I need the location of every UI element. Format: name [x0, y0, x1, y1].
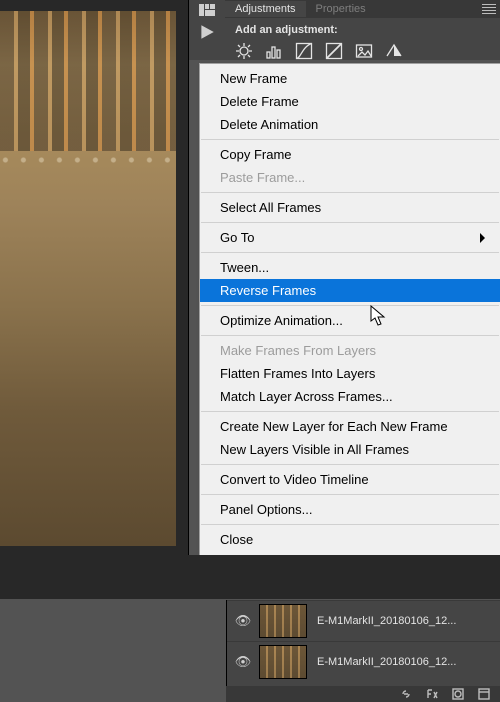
menu-item-select-all-frames[interactable]: Select All Frames: [200, 196, 500, 219]
submenu-arrow-icon: [480, 233, 490, 243]
menu-item-copy-frame[interactable]: Copy Frame: [200, 143, 500, 166]
panel-dock-buttons: [189, 0, 225, 40]
menu-separator: [201, 464, 499, 465]
tab-adjustments[interactable]: Adjustments: [225, 1, 306, 17]
invert-icon[interactable]: [385, 42, 403, 60]
menu-separator: [201, 411, 499, 412]
menu-item-create-new-layer-for-each-new-frame[interactable]: Create New Layer for Each New Frame: [200, 415, 500, 438]
levels-icon[interactable]: [265, 42, 283, 60]
menu-item-go-to[interactable]: Go To: [200, 226, 500, 249]
document-image: [0, 11, 176, 546]
layer-thumbnail[interactable]: [259, 645, 307, 679]
menu-separator: [201, 192, 499, 193]
menu-separator: [201, 252, 499, 253]
timeline-dock-icon[interactable]: [198, 2, 216, 18]
visibility-icon[interactable]: 👁: [227, 613, 259, 629]
menu-item-make-frames-from-layers: Make Frames From Layers: [200, 339, 500, 362]
menu-item-new-frame[interactable]: New Frame: [200, 67, 500, 90]
menu-item-reverse-frames[interactable]: Reverse Frames: [200, 279, 500, 302]
menu-separator: [201, 335, 499, 336]
menu-item-panel-options[interactable]: Panel Options...: [200, 498, 500, 521]
canvas-area: [0, 0, 189, 555]
menu-item-match-layer-across-frames[interactable]: Match Layer Across Frames...: [200, 385, 500, 408]
new-group-icon[interactable]: [478, 688, 490, 700]
menu-separator: [201, 222, 499, 223]
menu-separator: [201, 305, 499, 306]
menu-item-tween[interactable]: Tween...: [200, 256, 500, 279]
photo-filter-icon[interactable]: [355, 42, 373, 60]
layer-thumbnail[interactable]: [259, 604, 307, 638]
adjustments-label: Add an adjustment:: [235, 24, 490, 36]
mask-icon[interactable]: [452, 688, 464, 700]
menu-item-delete-animation[interactable]: Delete Animation: [200, 113, 500, 136]
brightness-contrast-icon[interactable]: [235, 42, 253, 60]
menu-item-paste-frame: Paste Frame...: [200, 166, 500, 189]
layers-bottom-bar: [226, 686, 500, 702]
layer-row[interactable]: 👁 E-M1MarkII_20180106_12...: [227, 600, 500, 641]
panel-menu-icon[interactable]: [482, 4, 496, 14]
layer-name[interactable]: E-M1MarkII_20180106_12...: [317, 656, 456, 668]
adjustments-panel: Adjustments Properties Add an adjustment…: [225, 0, 500, 60]
menu-separator: [201, 139, 499, 140]
layer-row[interactable]: 👁 E-M1MarkII_20180106_12...: [227, 641, 500, 682]
exposure-icon[interactable]: [325, 42, 343, 60]
curves-icon[interactable]: [295, 42, 313, 60]
menu-item-optimize-animation[interactable]: Optimize Animation...: [200, 309, 500, 332]
menu-separator: [201, 524, 499, 525]
menu-separator: [201, 494, 499, 495]
fx-icon[interactable]: [426, 688, 438, 700]
menu-item-close[interactable]: Close: [200, 528, 500, 551]
timeline-panel-menu[interactable]: New FrameDelete FrameDelete Animation Cop…: [199, 63, 500, 578]
panel-toolstrip: Adjustments Properties Add an adjustment…: [189, 0, 500, 60]
menu-item-convert-to-video-timeline[interactable]: Convert to Video Timeline: [200, 468, 500, 491]
workspace-bottom: [0, 555, 500, 599]
menu-item-flatten-frames-into-layers[interactable]: Flatten Frames Into Layers: [200, 362, 500, 385]
layer-name[interactable]: E-M1MarkII_20180106_12...: [317, 615, 456, 627]
play-icon[interactable]: [198, 24, 216, 40]
link-layers-icon[interactable]: [400, 688, 412, 700]
visibility-icon[interactable]: 👁: [227, 654, 259, 670]
tab-properties[interactable]: Properties: [306, 1, 376, 17]
menu-item-delete-frame[interactable]: Delete Frame: [200, 90, 500, 113]
menu-item-new-layers-visible-in-all-frames[interactable]: New Layers Visible in All Frames: [200, 438, 500, 461]
adjustments-icon-row: [235, 42, 490, 60]
panel-tabs: Adjustments Properties: [225, 0, 500, 18]
